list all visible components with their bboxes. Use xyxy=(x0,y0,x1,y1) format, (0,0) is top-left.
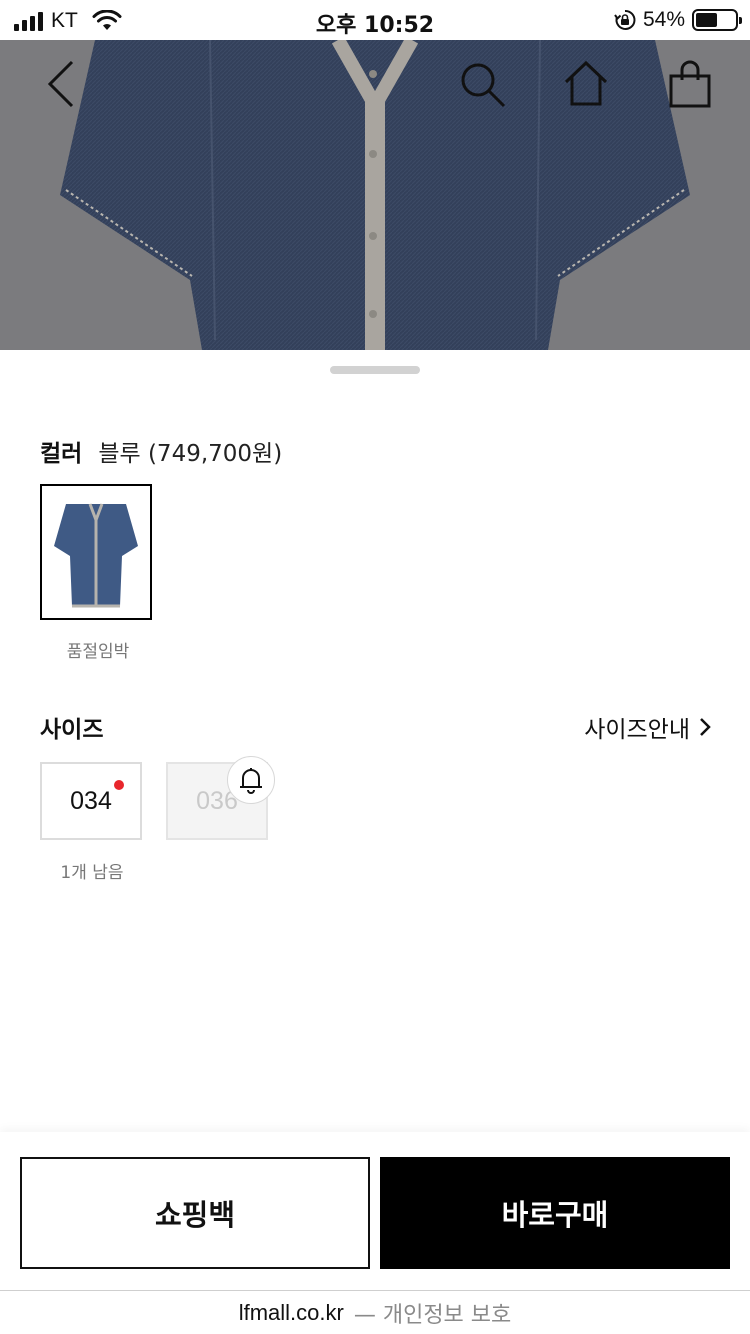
search-button[interactable] xyxy=(452,54,512,114)
add-to-bag-button[interactable]: 쇼핑백 xyxy=(20,1157,370,1269)
home-icon xyxy=(564,60,608,106)
size-guide-label: 사이즈안내 xyxy=(584,717,690,743)
search-icon xyxy=(461,63,506,108)
size-stock-note: 1개 남음 xyxy=(60,863,124,883)
size-option-034[interactable]: 034 xyxy=(40,762,142,840)
swatch-thumbnail xyxy=(54,503,138,608)
color-row: 컬러 블루 (749,700원) xyxy=(40,434,282,468)
size-label: 사이즈 xyxy=(40,717,104,743)
footer-privacy: — 개인정보 보호 xyxy=(353,1302,512,1328)
size-option-label: 034 xyxy=(70,786,112,815)
color-swatch-blue[interactable] xyxy=(40,484,152,620)
status-bar: KT 오후 10:52 54% xyxy=(0,0,750,40)
buy-now-button[interactable]: 바로구매 xyxy=(380,1157,730,1269)
shopping-bag-button[interactable] xyxy=(660,54,720,114)
low-stock-dot xyxy=(114,780,124,790)
size-guide-link[interactable]: 사이즈안내 xyxy=(584,710,712,744)
rotation-lock-icon xyxy=(614,9,636,30)
home-button[interactable] xyxy=(556,54,616,114)
battery-percent: 54% xyxy=(642,8,685,31)
color-label: 컬러 xyxy=(40,441,83,467)
status-right: 54% xyxy=(614,8,742,32)
browser-footer: lfmall.co.kr — 개인정보 보호 xyxy=(0,1290,750,1334)
battery-icon xyxy=(692,9,742,31)
shopping-bag-icon xyxy=(669,60,711,108)
bell-icon xyxy=(240,768,262,794)
swatch-stock-note: 품절임박 xyxy=(66,642,130,662)
footer-domain[interactable]: lfmall.co.kr xyxy=(239,1300,344,1326)
back-button[interactable] xyxy=(30,54,90,114)
chevron-right-icon xyxy=(700,718,711,736)
battery-level xyxy=(696,13,717,27)
back-icon xyxy=(47,60,74,108)
sheet-drag-handle[interactable] xyxy=(330,366,420,374)
bottom-action-bar: 쇼핑백 바로구매 xyxy=(0,1132,750,1290)
top-nav xyxy=(0,40,750,130)
restock-alert-button[interactable] xyxy=(227,756,275,804)
color-selected-value: 블루 (749,700원) xyxy=(98,441,283,467)
